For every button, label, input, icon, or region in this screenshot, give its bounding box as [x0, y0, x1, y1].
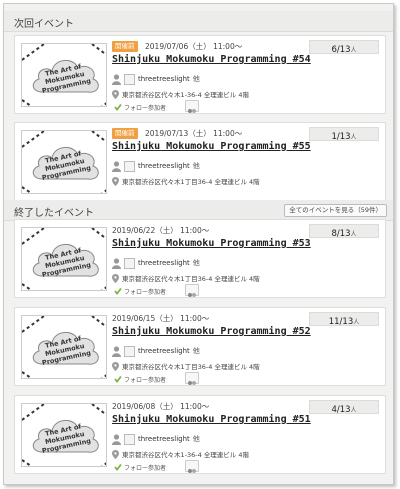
participant-count: 1/13	[331, 132, 351, 142]
owner-avatar[interactable]	[124, 433, 135, 445]
event-title-link[interactable]: Shinjuku Mokumoku Programming #53	[112, 238, 311, 249]
event-thumbnail[interactable]: The Art of Mokumoku Programming	[21, 315, 107, 379]
status-badge: 開催前	[112, 128, 138, 139]
event-card-past-2[interactable]: The Art of Mokumoku Programming 2019/06/…	[14, 307, 386, 386]
share-icon[interactable]	[185, 100, 199, 113]
person-icon	[112, 433, 121, 445]
check-icon	[114, 375, 122, 383]
owner-avatar[interactable]	[124, 160, 135, 172]
map-pin-icon	[112, 89, 119, 99]
owner-name[interactable]: threetreeslight	[138, 435, 190, 443]
event-datetime: 2019/06/08（土） 11:00〜	[112, 402, 210, 411]
map-pin-icon	[112, 176, 119, 186]
share-icon[interactable]	[185, 284, 199, 297]
check-icon	[114, 103, 122, 111]
participant-count: 6/13	[331, 45, 351, 55]
past-section-header: 終了したイベント 全てのイベントを見る（59件）	[4, 200, 393, 221]
event-thumbnail[interactable]: The Art of Mokumoku Programming	[21, 227, 107, 291]
owner-suffix: 他	[192, 347, 200, 355]
event-address: 東京都渋谷区代々木1丁目36-4 全理連ビル 4階	[122, 363, 260, 371]
owner-avatar[interactable]	[124, 73, 135, 85]
owner-name[interactable]: threetreeslight	[138, 162, 190, 170]
event-address: 東京都渋谷区代々木1-36-4 全理連ビル 4階	[122, 91, 250, 99]
person-icon	[112, 73, 121, 85]
owner-name[interactable]: threetreeslight	[138, 259, 190, 267]
participant-count: 4/13	[331, 405, 351, 415]
event-thumbnail[interactable]: The Art of Mokumoku Programming	[21, 130, 107, 194]
view-all-events-button[interactable]: 全てのイベントを見る（59件）	[284, 204, 387, 217]
person-icon	[112, 345, 121, 357]
event-thumbnail[interactable]: The Art of Mokumoku Programming	[21, 43, 107, 107]
upcoming-section-header: 次回イベント	[4, 11, 393, 32]
past-section-title: 終了したイベント	[14, 208, 94, 219]
event-address: 東京都渋谷区代々木1丁目36-4 全理連ビル 4階	[122, 275, 260, 283]
event-title-link[interactable]: Shinjuku Mokumoku Programming #52	[112, 326, 311, 337]
check-icon	[114, 463, 122, 471]
follow-participants-label: フォロー参加者	[124, 104, 167, 112]
event-datetime: 2019/07/06（土） 11:00〜	[145, 42, 243, 51]
owner-suffix: 他	[192, 435, 200, 443]
person-icon	[112, 257, 121, 269]
event-datetime: 2019/07/13（土） 11:00〜	[145, 129, 243, 138]
event-card-past-1[interactable]: The Art of Mokumoku Programming 2019/06/…	[14, 219, 386, 298]
owner-suffix: 他	[192, 259, 200, 267]
owner-name[interactable]: threetreeslight	[138, 75, 190, 83]
participant-unit: 人	[353, 319, 360, 326]
participant-unit: 人	[350, 47, 357, 54]
event-list-panel: 次回イベント The Art of Mokumoku Programming 開…	[3, 3, 394, 485]
map-pin-icon	[112, 361, 119, 371]
event-card-upcoming-2[interactable]: The Art of Mokumoku Programming 開催前 2019…	[14, 122, 386, 201]
event-title-link[interactable]: Shinjuku Mokumoku Programming #54	[112, 54, 311, 65]
event-title-link[interactable]: Shinjuku Mokumoku Programming #51	[112, 414, 311, 425]
participant-unit: 人	[350, 407, 357, 414]
owner-avatar[interactable]	[124, 257, 135, 269]
map-pin-icon	[112, 449, 119, 459]
follow-participants-label: フォロー参加者	[124, 376, 167, 384]
follow-participants-label: フォロー参加者	[124, 288, 167, 296]
owner-suffix: 他	[192, 75, 200, 83]
map-pin-icon	[112, 273, 119, 283]
event-datetime: 2019/06/22（土） 11:00〜	[112, 226, 210, 235]
participant-count-box: 4/13人	[309, 400, 379, 415]
owner-avatar[interactable]	[124, 345, 135, 357]
event-card-upcoming-1[interactable]: The Art of Mokumoku Programming 開催前 2019…	[14, 35, 386, 114]
event-card-past-3[interactable]: The Art of Mokumoku Programming 2019/06/…	[14, 395, 386, 474]
participant-count-box: 1/13人	[309, 127, 379, 142]
event-address: 東京都渋谷区代々木1丁目36-4 全理連ビル 4階	[122, 178, 260, 186]
check-icon	[114, 287, 122, 295]
participant-count-box: 6/13人	[309, 40, 379, 55]
person-icon	[112, 160, 121, 172]
owner-name[interactable]: threetreeslight	[138, 347, 190, 355]
follow-participants-label: フォロー参加者	[124, 464, 167, 472]
share-icon[interactable]	[185, 460, 199, 473]
participant-count: 11/13	[328, 317, 354, 327]
share-icon[interactable]	[185, 372, 199, 385]
participant-count: 8/13	[331, 229, 351, 239]
event-address: 東京都渋谷区代々木1-36-4 全理連ビル 4階	[122, 451, 250, 459]
event-datetime: 2019/06/15（土） 11:00〜	[112, 314, 210, 323]
owner-suffix: 他	[192, 162, 200, 170]
upcoming-section-title: 次回イベント	[14, 19, 74, 30]
event-thumbnail[interactable]: The Art of Mokumoku Programming	[21, 403, 107, 467]
participant-unit: 人	[350, 134, 357, 141]
status-badge: 開催前	[112, 41, 138, 52]
event-title-link[interactable]: Shinjuku Mokumoku Programming #55	[112, 141, 311, 152]
participant-count-box: 11/13人	[309, 312, 379, 327]
participant-count-box: 8/13人	[309, 224, 379, 239]
participant-unit: 人	[350, 231, 357, 238]
